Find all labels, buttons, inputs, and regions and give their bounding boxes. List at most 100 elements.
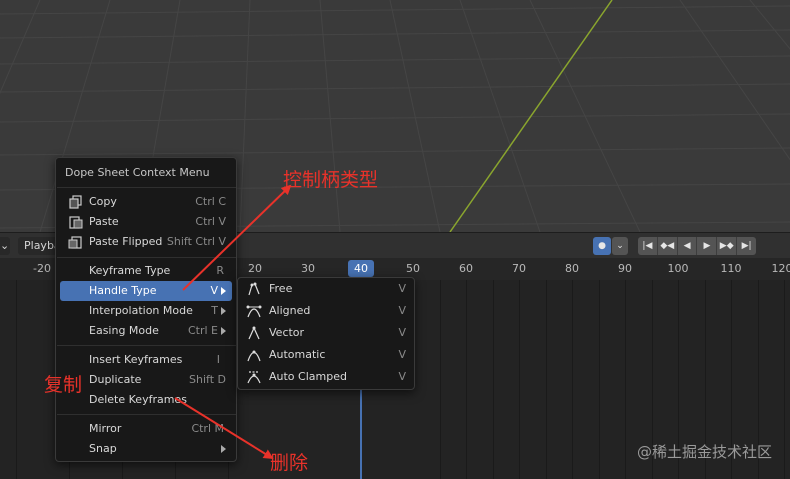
submenu-arrow-icon [221, 327, 226, 335]
submenu-item-shortcut: V [398, 304, 406, 317]
tick-label: 20 [248, 262, 262, 275]
grid-line [466, 280, 467, 479]
tick-label: 60 [459, 262, 473, 275]
menu-item-shortcut: Shift Ctrl V [166, 235, 226, 248]
menu-item-easing-mode[interactable]: Easing Mode Ctrl E [60, 321, 232, 341]
menu-item-interpolation-mode[interactable]: Interpolation Mode T [60, 301, 232, 321]
tick-label: 50 [406, 262, 420, 275]
menu-item-label: Handle Type [89, 284, 157, 297]
tick-label: 80 [565, 262, 579, 275]
menu-divider [57, 414, 236, 415]
submenu-item-shortcut: V [398, 370, 406, 383]
handle-free-icon [248, 282, 260, 296]
menu-item-snap[interactable]: Snap [60, 439, 232, 459]
menu-title: Dope Sheet Context Menu [65, 166, 210, 179]
menu-item-duplicate[interactable]: Duplicate Shift D [60, 370, 232, 390]
menu-divider [57, 345, 236, 346]
menu-item-shortcut: Ctrl E [187, 324, 218, 337]
tick-label: 70 [512, 262, 526, 275]
submenu-item-shortcut: V [398, 326, 406, 339]
submenu-arrow-icon [221, 445, 226, 453]
submenu-item-label: Free [269, 282, 293, 295]
grid-line [16, 280, 17, 479]
menu-divider [57, 187, 236, 188]
submenu-item-label: Vector [269, 326, 305, 339]
submenu-item-label: Auto Clamped [269, 370, 347, 383]
menu-item-shortcut: I [216, 353, 220, 366]
menu-item-label: Mirror [89, 422, 122, 435]
next-keyframe-button[interactable]: ▶◆ [717, 237, 738, 255]
chevron-down-icon: ⌄ [616, 241, 624, 251]
annotation-delete: 删除 [270, 452, 309, 474]
menu-item-label: Copy [89, 195, 117, 208]
menu-item-label: Interpolation Mode [89, 304, 193, 317]
menu-item-paste-flipped[interactable]: Paste Flipped Shift Ctrl V [60, 232, 232, 252]
record-icon: ● [598, 241, 606, 251]
chevron-down-icon: ⌄ [0, 239, 10, 252]
menu-item-shortcut: T [211, 304, 218, 317]
blender-window: ⌄ Playba ● ⌄ |◀ ◆◀ ◀ ▶ ▶◆ ▶| -20 20 30 4… [0, 0, 790, 479]
annotation-duplicate: 复制 [44, 374, 83, 396]
handle-type-submenu: Free V Aligned V Vector V Automatic V Au… [237, 277, 415, 390]
auto-keying-button[interactable]: ● [593, 237, 611, 255]
submenu-item-aligned[interactable]: Aligned V [242, 301, 410, 321]
submenu-item-shortcut: V [398, 348, 406, 361]
menu-divider [57, 257, 236, 258]
current-frame-indicator[interactable]: 40 [348, 260, 374, 277]
submenu-item-label: Automatic [269, 348, 326, 361]
grid-line [493, 280, 494, 479]
submenu-item-shortcut: V [398, 282, 406, 295]
menu-item-shortcut: R [216, 264, 224, 277]
menu-item-label: Paste [89, 215, 119, 228]
grid-line [625, 280, 626, 479]
grid-line [784, 280, 785, 479]
submenu-item-vector[interactable]: Vector V [242, 323, 410, 343]
watermark: @稀土掘金技术社区 [636, 443, 772, 461]
grid-line [546, 280, 547, 479]
menu-item-shortcut: Shift D [189, 373, 226, 386]
menu-item-label: Snap [89, 442, 117, 455]
annotation-handle-type: 控制柄类型 [283, 169, 379, 191]
jump-end-button[interactable]: ▶| [737, 237, 756, 255]
tick-label: 100 [667, 262, 689, 275]
tick-label: 120 [771, 262, 790, 275]
menu-item-keyframe-type[interactable]: Keyframe Type R [60, 261, 232, 281]
menu-item-label: Keyframe Type [89, 264, 171, 277]
menu-item-handle-type[interactable]: Handle Type V [60, 281, 232, 301]
menu-item-label: Delete Keyframes [89, 393, 187, 406]
playback-menu[interactable]: Playba [18, 237, 61, 255]
menu-item-delete-keyframes[interactable]: Delete Keyframes [60, 390, 232, 410]
play-reverse-button[interactable]: ◀ [678, 237, 698, 255]
handle-vector-icon [248, 326, 260, 340]
menu-item-insert-keyframes[interactable]: Insert Keyframes I [60, 350, 232, 370]
menu-item-shortcut: Ctrl C [195, 195, 226, 208]
submenu-item-auto-clamped[interactable]: Auto Clamped V [242, 367, 410, 387]
menu-item-copy[interactable]: Copy Ctrl C [60, 192, 232, 212]
handle-aligned-icon [246, 305, 262, 318]
tick-label: 110 [720, 262, 742, 275]
menu-item-paste[interactable]: Paste Ctrl V [60, 212, 232, 232]
menu-item-shortcut: Ctrl V [195, 215, 226, 228]
prev-keyframe-button[interactable]: ◆◀ [658, 237, 678, 255]
submenu-item-label: Aligned [269, 304, 311, 317]
menu-item-shortcut: V [210, 284, 218, 297]
submenu-item-automatic[interactable]: Automatic V [242, 345, 410, 365]
tick-label: 90 [618, 262, 632, 275]
grid-line [440, 280, 441, 479]
handle-auto-clamped-icon [247, 371, 261, 384]
menu-item-mirror[interactable]: Mirror Ctrl M [60, 419, 232, 439]
keying-dropdown[interactable]: ⌄ [612, 237, 628, 255]
grid-line [519, 280, 520, 479]
dope-sheet-context-menu: Dope Sheet Context Menu Copy Ctrl C Past… [55, 157, 237, 462]
editor-type-dropdown[interactable]: ⌄ [0, 237, 10, 255]
jump-start-button[interactable]: |◀ [638, 237, 658, 255]
handle-auto-icon [247, 350, 261, 362]
tick-label: -20 [33, 262, 51, 275]
menu-item-shortcut: Ctrl M [191, 422, 224, 435]
play-button[interactable]: ▶ [697, 237, 718, 255]
paste-flipped-icon [68, 236, 82, 249]
playback-controls: |◀ ◆◀ ◀ ▶ ▶◆ ▶| [638, 237, 756, 255]
grid-line [599, 280, 600, 479]
submenu-item-free[interactable]: Free V [242, 279, 410, 299]
menu-item-label: Paste Flipped [89, 235, 163, 248]
